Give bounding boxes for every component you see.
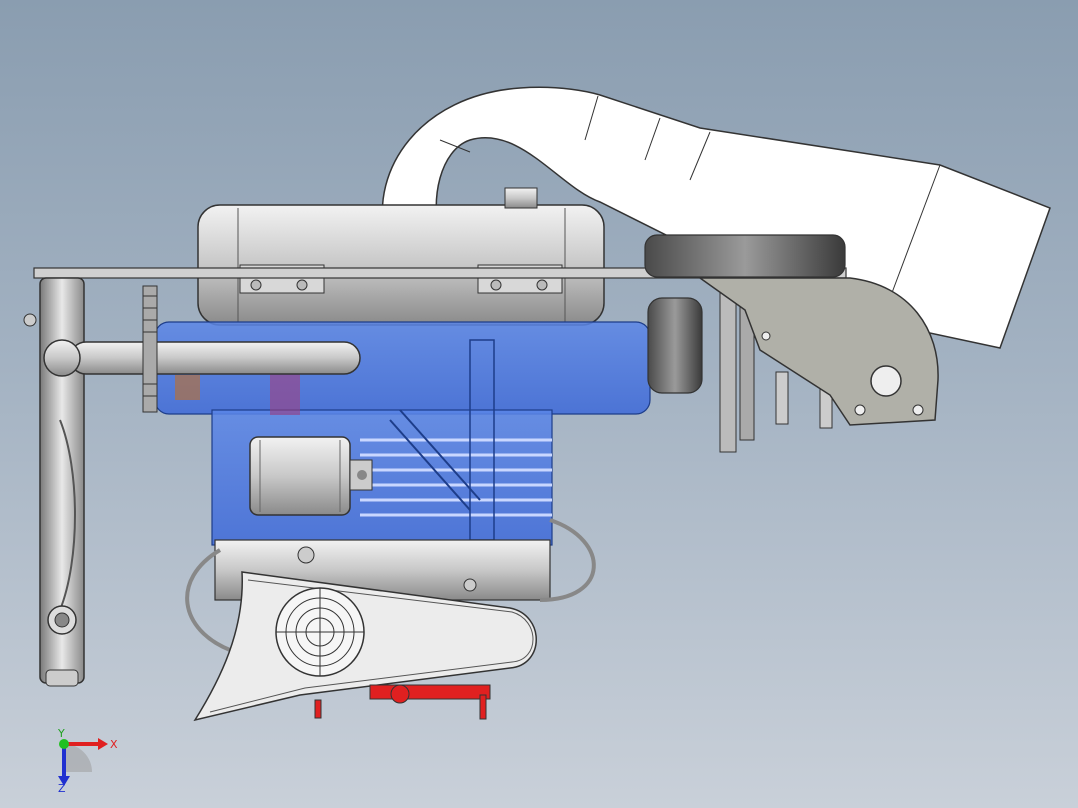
valve-cover[interactable] — [197, 187, 605, 326]
engine-model[interactable] — [0, 0, 1078, 808]
y-axis-dot — [59, 739, 69, 749]
intake-tube[interactable] — [43, 339, 361, 377]
y-axis-label: Y — [57, 728, 65, 740]
cad-viewport[interactable]: X Y Z — [0, 0, 1078, 808]
left-frame[interactable] — [23, 277, 85, 687]
z-axis-label: Z — [58, 782, 66, 792]
x-axis-label: X — [110, 738, 118, 751]
axis-triad: X Y Z — [57, 728, 118, 792]
ring-gear[interactable] — [142, 285, 158, 413]
